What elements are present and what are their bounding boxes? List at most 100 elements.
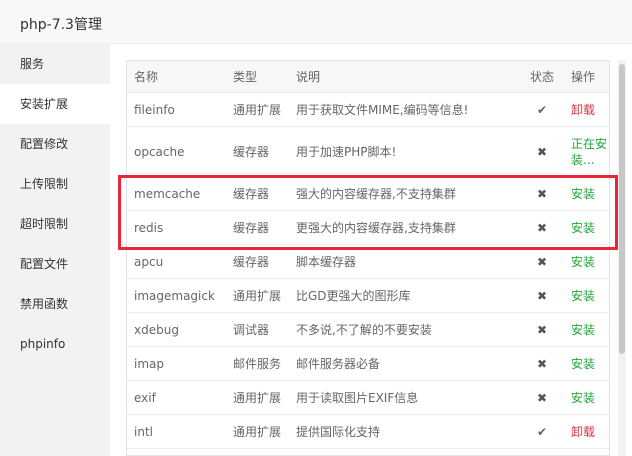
check-icon: ✔ (536, 424, 548, 439)
ext-desc: 用于获取文件MIME,编码等信息! (296, 103, 469, 117)
sidebar-item-phpinfo[interactable]: phpinfo (0, 324, 110, 364)
header-name: 名称 (134, 70, 159, 84)
header-desc: 说明 (296, 70, 321, 84)
ext-desc: 用于读取图片EXIF信息 (296, 391, 419, 405)
install-button[interactable]: 安装 (571, 186, 595, 202)
status-cell: ✖ (530, 381, 554, 414)
ext-desc: 邮件服务器必备 (296, 357, 381, 371)
sidebar-item-disabled-functions[interactable]: 禁用函数 (0, 284, 110, 324)
table-row: apcu 缓存器 脚本缓存器 ✖ 安装 (127, 245, 609, 279)
extensions-table: 名称 类型 说明 状态 操作 fileinfo 通用扩展 用于获取文件MIME,… (126, 60, 610, 456)
table-row: intl 通用扩展 提供国际化支持 ✔ 卸载 (127, 415, 609, 449)
uninstall-button[interactable]: 卸载 (571, 424, 595, 440)
ext-name: xdebug (134, 322, 179, 337)
ext-type: 通用扩展 (233, 391, 282, 405)
x-icon: ✖ (536, 144, 548, 159)
ext-type: 缓存器 (233, 221, 270, 235)
op-cell: 安装 (571, 347, 609, 380)
ext-type: 调试器 (233, 323, 270, 337)
ext-name: exif (134, 390, 156, 405)
x-icon: ✖ (536, 186, 548, 201)
x-icon: ✖ (536, 288, 548, 303)
status-cell: ✖ (530, 177, 554, 210)
main-panel: 名称 类型 说明 状态 操作 fileinfo 通用扩展 用于获取文件MIME,… (110, 44, 632, 456)
scrollbar[interactable] (618, 60, 626, 456)
table-row: memcache 缓存器 强大的内容缓存器,不支持集群 ✖ 安装 (127, 177, 609, 211)
ext-name: imap (134, 356, 164, 371)
sidebar-item-timeout-limit[interactable]: 超时限制 (0, 204, 110, 244)
sidebar-item-service[interactable]: 服务 (0, 44, 110, 84)
header-type: 类型 (233, 70, 258, 84)
ext-type: 缓存器 (233, 255, 270, 269)
install-button[interactable]: 安装 (571, 288, 595, 304)
ext-name: apcu (134, 254, 164, 269)
table-row: fileinfo 通用扩展 用于获取文件MIME,编码等信息! ✔ 卸载 (127, 93, 609, 127)
install-button[interactable]: 安装 (571, 322, 595, 338)
sidebar-item-upload-limit[interactable]: 上传限制 (0, 164, 110, 204)
table-row: exif 通用扩展 用于读取图片EXIF信息 ✖ 安装 (127, 381, 609, 415)
ext-desc: 更强大的内容缓存器,支持集群 (296, 221, 456, 235)
table-header: 名称 类型 说明 状态 操作 (127, 61, 609, 93)
sidebar-item-config-edit[interactable]: 配置修改 (0, 124, 110, 164)
table-row: redis 缓存器 更强大的内容缓存器,支持集群 ✖ 安装 (127, 211, 609, 245)
x-icon: ✖ (536, 254, 548, 269)
sidebar: 服务 安装扩展 配置修改 上传限制 超时限制 配置文件 禁用函数 phpinfo (0, 44, 110, 456)
sidebar-item-install-extensions[interactable]: 安装扩展 (0, 84, 110, 124)
op-cell: 安装 (571, 245, 609, 278)
ext-type: 通用扩展 (233, 103, 282, 117)
ext-type: 邮件服务 (233, 357, 282, 371)
ext-desc: 提供国际化支持 (296, 425, 381, 439)
ext-type: 缓存器 (233, 187, 270, 201)
check-icon: ✔ (536, 102, 548, 117)
ext-desc: 强大的内容缓存器,不支持集群 (296, 187, 456, 201)
status-cell: ✖ (530, 347, 554, 380)
ext-type: 通用扩展 (233, 289, 282, 303)
x-icon: ✖ (536, 390, 548, 405)
op-cell: 安装 (571, 313, 609, 346)
op-cell: 安装 (571, 381, 609, 414)
ext-name: imagemagick (134, 288, 215, 303)
table-row: imagemagick 通用扩展 比GD更强大的图形库 ✖ 安装 (127, 279, 609, 313)
op-cell: 卸载 (571, 93, 609, 126)
table-row: xdebug 调试器 不多说,不了解的不要安装 ✖ 安装 (127, 313, 609, 347)
status-cell: ✖ (530, 127, 554, 176)
status-cell: ✖ (530, 245, 554, 278)
ext-name: memcache (134, 186, 201, 201)
x-icon: ✖ (536, 322, 548, 337)
ext-type: 通用扩展 (233, 425, 282, 439)
install-button[interactable]: 安装 (571, 254, 595, 270)
op-cell: 卸载 (571, 415, 609, 448)
window-title: php-7.3管理 (20, 17, 102, 33)
op-cell: 安装 (571, 279, 609, 312)
header-op: 操作 (571, 69, 596, 84)
ext-desc: 用于加速PHP脚本! (296, 145, 397, 159)
x-icon: ✖ (536, 220, 548, 235)
op-cell: 正在安装... (571, 127, 609, 176)
uninstall-button[interactable]: 卸载 (571, 102, 595, 118)
install-button[interactable]: 安装 (571, 220, 595, 236)
op-cell: 安装 (571, 211, 609, 244)
table-row: opcache 缓存器 用于加速PHP脚本! ✖ 正在安装... (127, 127, 609, 177)
sidebar-item-config-file[interactable]: 配置文件 (0, 244, 110, 284)
window-titlebar: php-7.3管理 (0, 0, 632, 44)
ext-desc: 不多说,不了解的不要安装 (296, 323, 432, 337)
ext-name: intl (134, 424, 153, 439)
status-cell: ✖ (530, 279, 554, 312)
ext-name: redis (134, 220, 164, 235)
header-status: 状态 (530, 70, 555, 84)
status-cell: ✔ (530, 93, 554, 126)
installing-status: 正在安装... (571, 136, 608, 167)
ext-name: fileinfo (134, 102, 175, 117)
status-cell: ✔ (530, 415, 554, 448)
table-row: imap 邮件服务 邮件服务器必备 ✖ 安装 (127, 347, 609, 381)
ext-type: 缓存器 (233, 145, 270, 159)
op-cell: 安装 (571, 177, 609, 210)
install-button[interactable]: 安装 (571, 356, 595, 372)
scrollbar-thumb[interactable] (619, 64, 625, 354)
x-icon: ✖ (536, 356, 548, 371)
install-button[interactable]: 安装 (571, 390, 595, 406)
ext-desc: 比GD更强大的图形库 (296, 289, 411, 303)
status-cell: ✖ (530, 211, 554, 244)
status-cell: ✖ (530, 313, 554, 346)
ext-desc: 脚本缓存器 (296, 255, 357, 269)
